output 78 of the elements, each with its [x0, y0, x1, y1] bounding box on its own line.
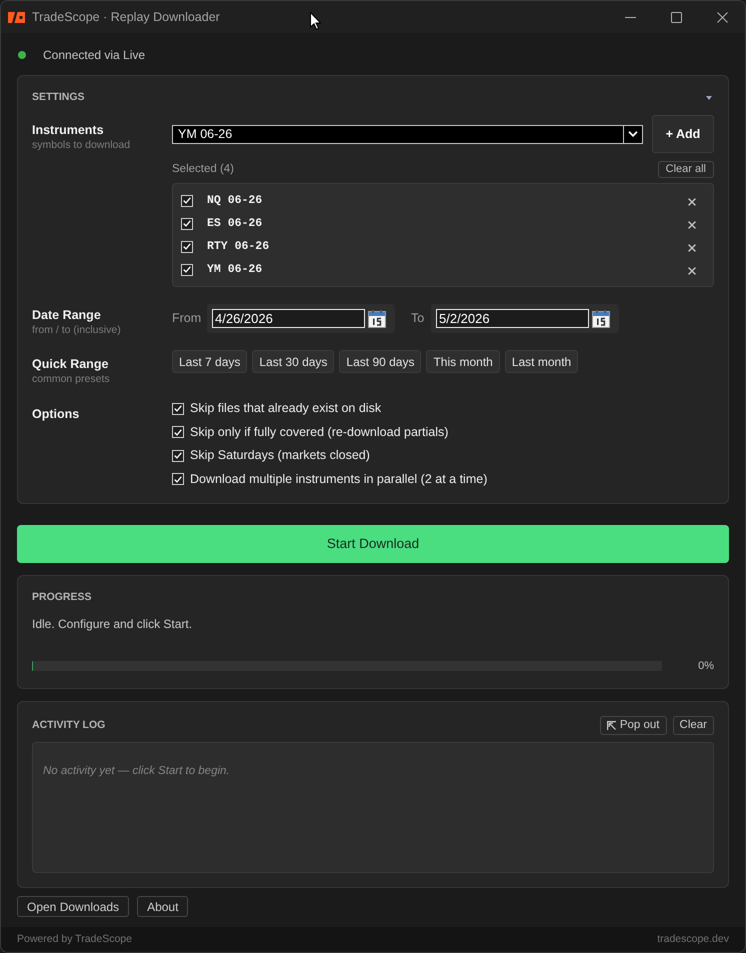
minimize-icon: [624, 16, 636, 18]
option-label: Download multiple instruments in parallel (2 at a time): [190, 470, 488, 488]
footer-button[interactable]: Open Downloads: [17, 896, 130, 917]
preset-button[interactable]: Last 7 days: [172, 350, 248, 373]
date-field[interactable]: 5/2/2026: [436, 309, 589, 328]
checkbox[interactable]: [172, 426, 184, 438]
triangle-down-icon: [706, 96, 712, 100]
log-button[interactable]: Clear: [672, 716, 714, 735]
start-download-button[interactable]: Start Download: [17, 525, 729, 563]
calendar-icon[interactable]: [592, 310, 610, 328]
preset-button[interactable]: Last 30 days: [252, 350, 334, 373]
from-label: From: [172, 310, 202, 328]
section-title: ACTIVITY LOG: [32, 718, 106, 733]
checkbox[interactable]: [172, 450, 184, 462]
checkmark-icon: [183, 266, 191, 273]
progress-percent: 0%: [697, 658, 714, 674]
checkmark-icon: [183, 243, 191, 250]
checkmark-icon: [174, 405, 182, 412]
website-link[interactable]: tradescope.dev: [657, 932, 729, 948]
checkbox[interactable]: [181, 194, 193, 206]
instrument-symbol: YM 06-26: [207, 262, 262, 278]
remove-button[interactable]: [687, 197, 696, 206]
to-label: To: [411, 310, 426, 328]
x-icon: [688, 266, 696, 274]
option-label: Skip only if fully covered (re-download partials): [190, 424, 448, 441]
option-label: Skip Saturdays (markets closed): [190, 447, 370, 464]
maximize-icon: [670, 12, 682, 22]
close-icon: [716, 12, 728, 22]
powered-by-text: Powered by TradeScope: [17, 932, 132, 947]
preset-button[interactable]: This month: [426, 350, 500, 373]
section-label: Instruments: [32, 122, 105, 138]
mouse-pointer-icon: [310, 12, 321, 30]
clear-all-button[interactable]: Clear all: [658, 161, 714, 178]
checkmark-icon: [174, 476, 182, 483]
progress-status: Idle. Configure and click Start.: [32, 616, 194, 632]
date-field[interactable]: 4/26/2026: [212, 309, 365, 328]
checkbox[interactable]: [181, 218, 193, 230]
section-hint: symbols to download: [32, 139, 132, 152]
section-hint: common presets: [32, 373, 111, 386]
section-title: PROGRESS: [32, 590, 92, 606]
checkmark-icon: [174, 452, 182, 460]
instrument-symbol: RTY 06-26: [207, 238, 270, 255]
remove-button[interactable]: [687, 220, 696, 229]
x-icon: [688, 244, 696, 252]
section-label: Quick Range: [32, 356, 110, 372]
x-icon: [688, 198, 696, 206]
checkmark-icon: [174, 428, 182, 436]
empty-log-message: No activity yet — click Start to begin.: [43, 765, 230, 777]
footer-button[interactable]: About: [137, 896, 188, 917]
instrument-dropdown[interactable]: YM 06-26: [172, 124, 643, 144]
section-hint: from / to (inclusive): [32, 324, 122, 337]
connection-status: Connected via Live: [43, 47, 146, 64]
add-button[interactable]: + Add: [652, 115, 714, 153]
preset-button[interactable]: Last month: [504, 350, 578, 373]
checkbox[interactable]: [172, 402, 184, 415]
x-icon: [688, 220, 696, 228]
calendar-icon[interactable]: [368, 310, 386, 328]
selected-count: Selected (4): [172, 162, 234, 177]
log-button[interactable]: Pop out: [600, 716, 667, 735]
instrument-symbol: NQ 06-26: [207, 192, 262, 209]
instrument-symbol: ES 06-26: [207, 216, 262, 232]
logo-icon: [8, 12, 25, 22]
remove-button[interactable]: [687, 243, 696, 252]
window-title: TradeScope · Replay Downloader: [32, 8, 220, 26]
checkbox[interactable]: [181, 264, 193, 276]
chevron-down-icon: [628, 131, 638, 137]
section-label: Options: [32, 406, 80, 422]
checkbox[interactable]: [181, 240, 193, 252]
remove-button[interactable]: [687, 266, 696, 275]
section-label: Date Range: [32, 307, 102, 323]
checkmark-icon: [183, 197, 191, 204]
checkmark-icon: [183, 220, 191, 227]
option-label: Skip files that already exist on disk: [190, 400, 382, 418]
preset-button[interactable]: Last 90 days: [339, 350, 422, 373]
checkbox[interactable]: [172, 473, 184, 486]
arrow-up-left-icon: [606, 721, 616, 730]
section-title: SETTINGS: [32, 90, 85, 106]
collapse-toggle[interactable]: [705, 94, 713, 102]
